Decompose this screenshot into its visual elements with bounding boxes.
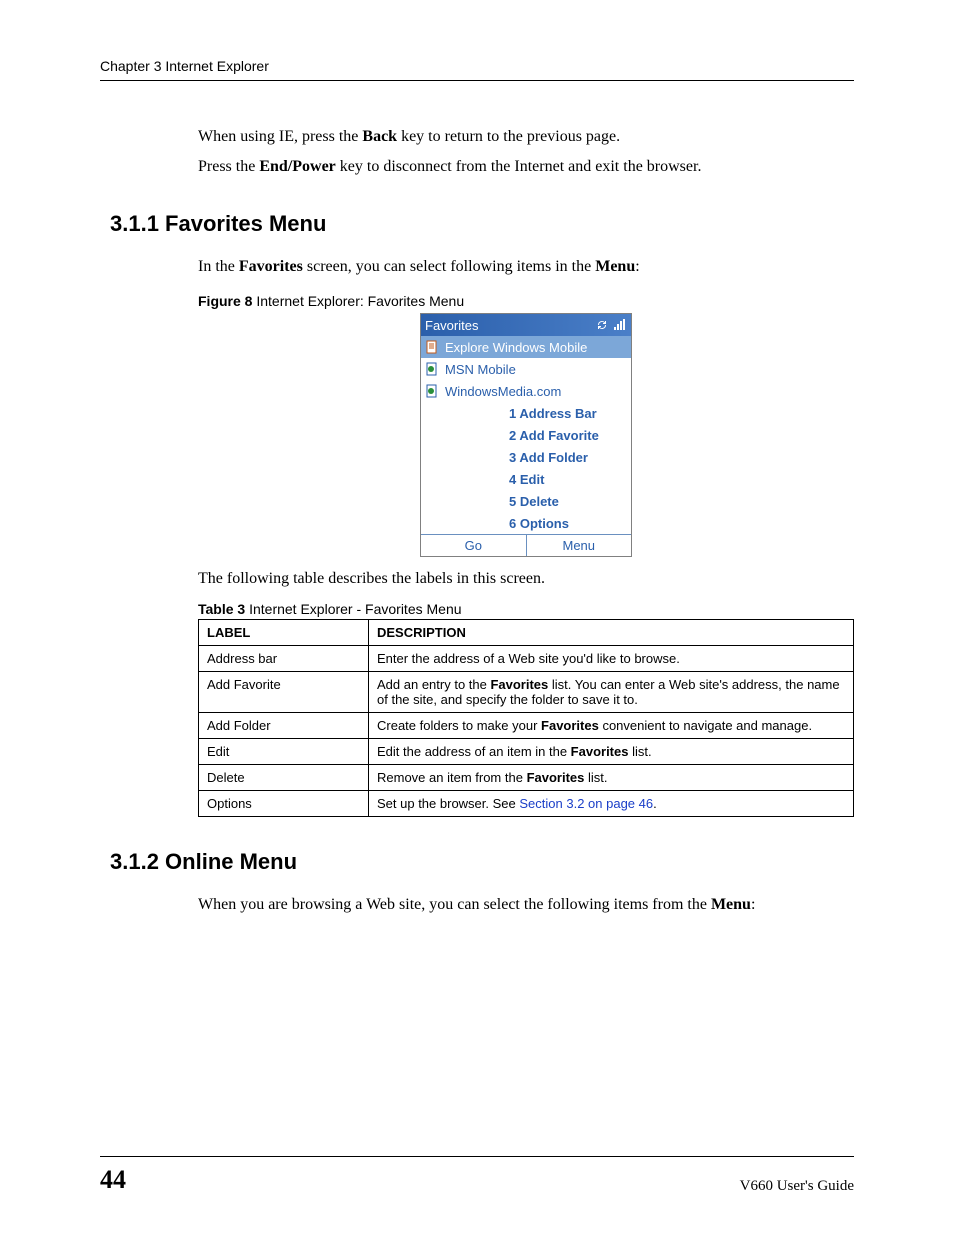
table-title: Internet Explorer - Favorites Menu <box>245 601 461 617</box>
figure-number: Figure 8 <box>198 293 252 309</box>
text: When using IE, press the <box>198 128 362 145</box>
favorites-item[interactable]: WindowsMedia.com <box>421 380 631 402</box>
menu-item-edit[interactable]: 4 Edit <box>505 468 631 490</box>
section-312-heading: 3.1.2 Online Menu <box>110 849 854 875</box>
figure-8-caption: Figure 8 Internet Explorer: Favorites Me… <box>198 293 854 309</box>
page-number: 44 <box>100 1165 126 1195</box>
menu-item-add-folder[interactable]: 3 Add Folder <box>505 446 631 468</box>
table-row: Add Folder Create folders to make your F… <box>199 713 854 739</box>
cell-desc: Remove an item from the Favorites list. <box>369 765 854 791</box>
cell-desc: Create folders to make your Favorites co… <box>369 713 854 739</box>
intro-paragraph-1: When using IE, press the Back key to ret… <box>198 125 854 149</box>
menu-item-address-bar[interactable]: 1 Address Bar <box>505 402 631 424</box>
softkey-go[interactable]: Go <box>421 535 526 556</box>
text: In the <box>198 258 239 275</box>
phone-screenshot: Favorites Explore Windows Mobile <box>420 313 632 557</box>
sync-icon <box>595 318 609 332</box>
favorites-item-label: Explore Windows Mobile <box>445 340 587 355</box>
phone-titlebar: Favorites <box>421 314 631 336</box>
col-label: LABEL <box>199 620 369 646</box>
endpower-key-label: End/Power <box>259 158 335 175</box>
cell-label: Add Folder <box>199 713 369 739</box>
table-row: Delete Remove an item from the Favorites… <box>199 765 854 791</box>
back-key-label: Back <box>362 128 397 145</box>
favorites-item-label: WindowsMedia.com <box>445 384 561 399</box>
table-row: Add Favorite Add an entry to the Favorit… <box>199 672 854 713</box>
phone-menu-popup: 1 Address Bar 2 Add Favorite 3 Add Folde… <box>505 402 631 534</box>
page-icon <box>425 340 439 354</box>
text: : <box>635 258 639 275</box>
favorites-item-selected[interactable]: Explore Windows Mobile <box>421 336 631 358</box>
table-3-caption: Table 3 Internet Explorer - Favorites Me… <box>198 601 854 617</box>
table-row: Edit Edit the address of an item in the … <box>199 739 854 765</box>
phone-title: Favorites <box>425 318 478 333</box>
menu-label: Menu <box>595 258 635 275</box>
section-311-heading: 3.1.1 Favorites Menu <box>110 211 854 237</box>
softkey-menu[interactable]: Menu <box>527 535 632 556</box>
page-icon <box>425 384 439 398</box>
text: : <box>751 896 755 913</box>
favorites-item-label: MSN Mobile <box>445 362 516 377</box>
cross-ref-link[interactable]: Section 3.2 on page 46 <box>519 796 653 811</box>
cell-label: Options <box>199 791 369 817</box>
table-number: Table 3 <box>198 601 245 617</box>
text: key to disconnect from the Internet and … <box>336 158 702 175</box>
favorites-label: Favorites <box>239 258 303 275</box>
menu-item-add-favorite[interactable]: 2 Add Favorite <box>505 424 631 446</box>
cell-label: Edit <box>199 739 369 765</box>
table-row: Address bar Enter the address of a Web s… <box>199 646 854 672</box>
text: key to return to the previous page. <box>397 128 620 145</box>
favorites-item[interactable]: MSN Mobile <box>421 358 631 380</box>
section-311-intro: In the Favorites screen, you can select … <box>198 255 854 279</box>
section-312-intro: When you are browsing a Web site, you ca… <box>198 893 854 917</box>
menu-item-delete[interactable]: 5 Delete <box>505 490 631 512</box>
page-footer: 44 V660 User's Guide <box>100 1156 854 1195</box>
cell-desc: Enter the address of a Web site you'd li… <box>369 646 854 672</box>
chapter-header: Chapter 3 Internet Explorer <box>100 58 854 81</box>
table-row: Options Set up the browser. See Section … <box>199 791 854 817</box>
text: Press the <box>198 158 259 175</box>
menu-label: Menu <box>711 896 751 913</box>
favorites-menu-table: LABEL DESCRIPTION Address bar Enter the … <box>198 619 854 817</box>
table-header-row: LABEL DESCRIPTION <box>199 620 854 646</box>
phone-softkeys: Go Menu <box>421 534 631 556</box>
text: When you are browsing a Web site, you ca… <box>198 896 711 913</box>
cell-label: Address bar <box>199 646 369 672</box>
col-description: DESCRIPTION <box>369 620 854 646</box>
guide-name: V660 User's Guide <box>740 1178 854 1195</box>
cell-label: Add Favorite <box>199 672 369 713</box>
cell-desc: Set up the browser. See Section 3.2 on p… <box>369 791 854 817</box>
page-icon <box>425 362 439 376</box>
cell-desc: Edit the address of an item in the Favor… <box>369 739 854 765</box>
after-figure-text: The following table describes the labels… <box>198 567 854 591</box>
signal-icon <box>613 318 627 332</box>
intro-paragraph-2: Press the End/Power key to disconnect fr… <box>198 155 854 179</box>
cell-label: Delete <box>199 765 369 791</box>
menu-item-options[interactable]: 6 Options <box>505 512 631 534</box>
cell-desc: Add an entry to the Favorites list. You … <box>369 672 854 713</box>
text: screen, you can select following items i… <box>303 258 595 275</box>
figure-title: Internet Explorer: Favorites Menu <box>252 293 464 309</box>
